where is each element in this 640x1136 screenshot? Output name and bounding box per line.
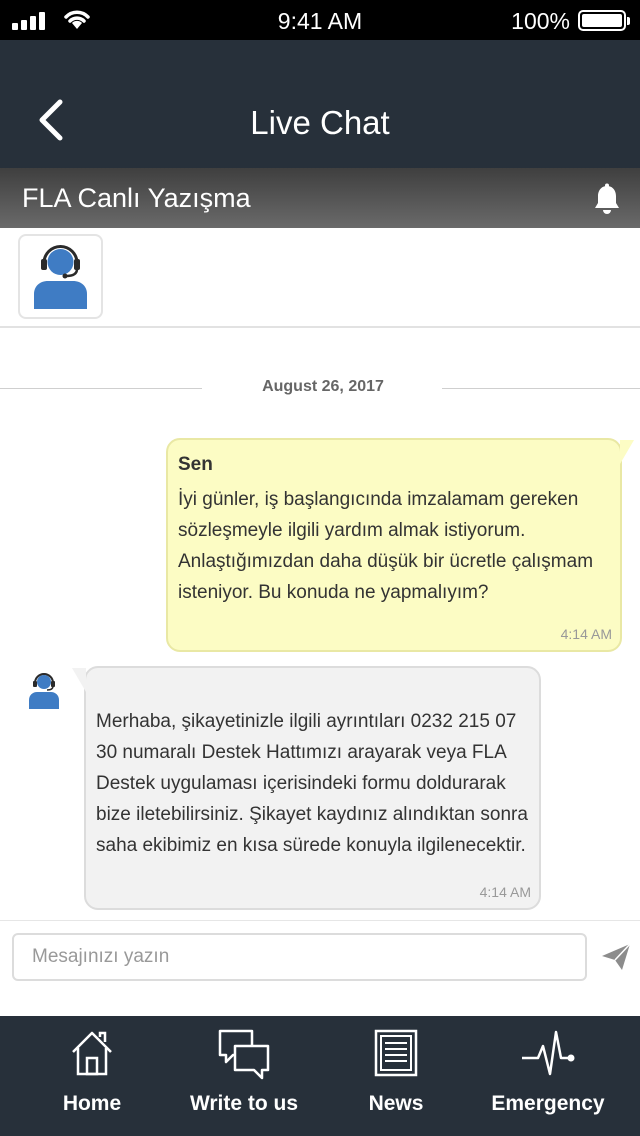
agent-avatar-icon	[29, 673, 59, 709]
chat-header: FLA Canlı Yazışma	[0, 168, 640, 228]
tab-bar: Home Write to us News Emergency	[0, 1016, 640, 1136]
chat-title: FLA Canlı Yazışma	[22, 183, 251, 213]
battery-percentage: 100%	[511, 8, 570, 34]
tab-label: Home	[62, 1092, 122, 1115]
tab-label: News	[368, 1092, 424, 1115]
date-label: August 26, 2017	[262, 378, 384, 395]
nav-bar: Live Chat	[0, 40, 640, 168]
message-text: Merhaba, şikayetinizle ilgili ayrıntılar…	[96, 711, 528, 856]
message-time: 4:14 AM	[479, 884, 531, 900]
tab-emergency[interactable]: Emergency	[476, 1016, 620, 1136]
home-icon	[72, 1031, 112, 1076]
agent-avatar[interactable]	[18, 234, 103, 319]
page-title: Live Chat	[250, 104, 390, 141]
agent-message-bubble: Merhaba, şikayetinizle ilgili ayrıntılar…	[72, 666, 541, 910]
bell-icon[interactable]	[592, 183, 622, 215]
user-message-bubble: Sen İyi günler, iş başlangıcında imzalam…	[166, 438, 634, 652]
tab-news[interactable]: News	[346, 1016, 446, 1136]
agent-bar	[0, 228, 640, 328]
news-icon	[374, 1029, 418, 1077]
tab-label: Write to us	[189, 1092, 299, 1115]
tab-write-to-us[interactable]: Write to us	[172, 1016, 316, 1136]
battery-icon	[578, 10, 630, 31]
date-separator: August 26, 2017	[0, 376, 640, 400]
chat-icon	[218, 1029, 270, 1080]
chat-area[interactable]: August 26, 2017 Sen İyi günler, iş başla…	[0, 330, 640, 920]
status-bar: 9:41 AM 100%	[0, 0, 640, 40]
tab-home[interactable]: Home	[40, 1016, 144, 1136]
support-agent-icon	[34, 245, 87, 309]
tab-label: Emergency	[491, 1092, 605, 1115]
divider	[442, 388, 640, 389]
heartbeat-icon	[522, 1030, 575, 1076]
chevron-left-icon[interactable]	[32, 96, 72, 144]
message-sender: Sen	[178, 454, 213, 475]
message-text: İyi günler, iş başlangıcında imzalamam g…	[178, 489, 594, 603]
message-time: 4:14 AM	[560, 626, 612, 642]
message-input[interactable]	[12, 933, 587, 981]
composer	[0, 920, 640, 992]
send-icon[interactable]	[600, 941, 632, 973]
